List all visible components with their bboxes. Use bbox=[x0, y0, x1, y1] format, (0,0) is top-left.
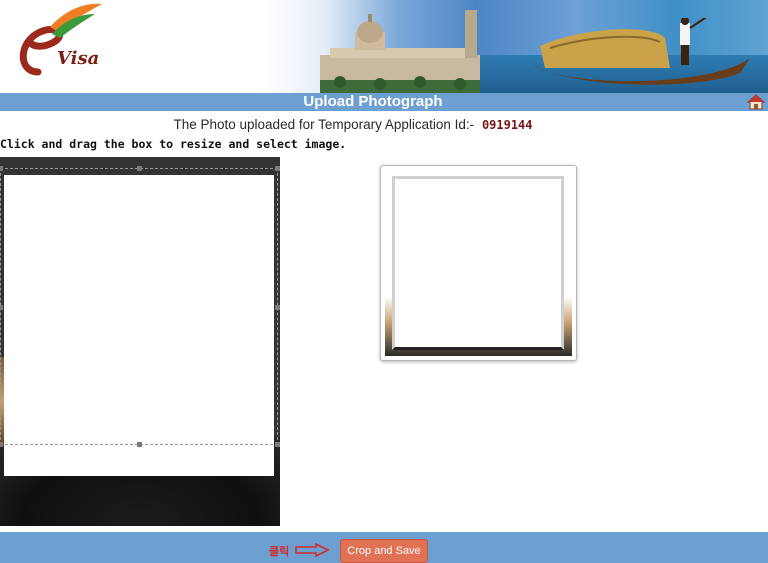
page-title: Upload Photograph bbox=[303, 93, 443, 110]
crop-and-save-button[interactable]: Crop and Save bbox=[340, 539, 428, 563]
preview-photo bbox=[392, 176, 564, 350]
home-icon[interactable] bbox=[747, 94, 765, 110]
resize-handle-sw[interactable] bbox=[0, 442, 3, 447]
crop-instruction: Click and drag the box to resize and sel… bbox=[0, 137, 347, 151]
logo-text: Visa bbox=[57, 48, 100, 69]
banner-building-image bbox=[320, 10, 480, 93]
header-banner: Visa bbox=[0, 0, 768, 93]
resize-handle-n[interactable] bbox=[137, 166, 142, 171]
application-id: 0919144 bbox=[481, 118, 533, 132]
arrow-right-icon bbox=[295, 543, 330, 557]
resize-handle-w[interactable] bbox=[0, 305, 3, 310]
banner-boat-image bbox=[530, 18, 750, 85]
evisa-logo bbox=[19, 3, 102, 76]
click-annotation: 클릭 bbox=[269, 545, 290, 558]
subtitle-text: The Photo uploaded for Temporary Applica… bbox=[173, 117, 475, 132]
preview-image bbox=[385, 170, 572, 356]
crop-preview bbox=[380, 165, 577, 361]
crop-selection-box[interactable] bbox=[0, 166, 280, 447]
resize-handle-se[interactable] bbox=[275, 442, 280, 447]
crop-area[interactable] bbox=[0, 157, 280, 526]
resize-handle-s[interactable] bbox=[137, 442, 142, 447]
resize-handle-e[interactable] bbox=[275, 305, 280, 310]
resize-handle-ne[interactable] bbox=[275, 166, 280, 171]
subtitle: The Photo uploaded for Temporary Applica… bbox=[0, 117, 706, 132]
resize-handle-nw[interactable] bbox=[0, 166, 3, 171]
